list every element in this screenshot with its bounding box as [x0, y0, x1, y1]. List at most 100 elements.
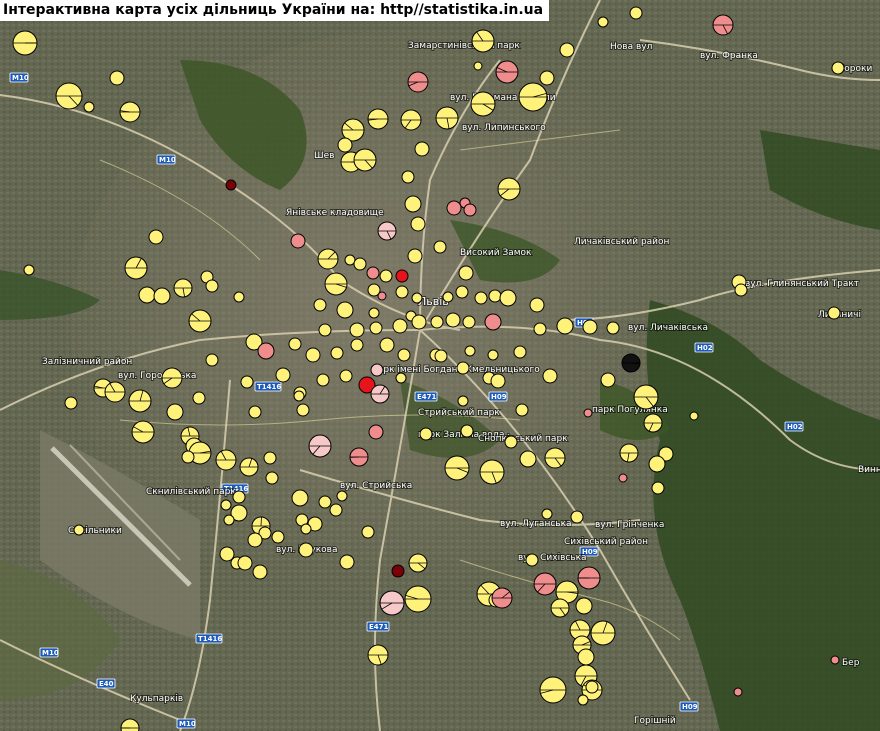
polling-station-marker[interactable] — [618, 473, 628, 483]
polling-station-marker[interactable] — [542, 368, 558, 384]
polling-station-marker[interactable] — [353, 257, 367, 271]
polling-station-marker[interactable] — [263, 451, 277, 465]
polling-station-marker[interactable] — [83, 101, 95, 113]
polling-station-marker[interactable] — [519, 450, 537, 468]
polling-station-marker[interactable] — [404, 195, 422, 213]
polling-station-marker[interactable] — [138, 286, 156, 304]
polling-station-marker[interactable] — [411, 292, 423, 304]
polling-station-marker[interactable] — [248, 405, 262, 419]
polling-station-marker[interactable] — [733, 687, 743, 697]
polling-station-marker[interactable] — [232, 490, 246, 504]
polling-station-marker[interactable] — [577, 648, 595, 666]
polling-station-marker[interactable] — [525, 553, 539, 567]
polling-station-marker[interactable] — [379, 337, 395, 353]
polling-station-marker[interactable] — [504, 435, 518, 449]
polling-station-marker[interactable] — [293, 390, 305, 402]
polling-station-marker[interactable] — [442, 291, 454, 303]
polling-station-marker[interactable] — [223, 514, 235, 526]
polling-station-marker[interactable] — [288, 337, 302, 351]
polling-station-marker[interactable] — [629, 6, 643, 20]
polling-station-marker[interactable] — [410, 216, 426, 232]
polling-station-marker[interactable] — [583, 408, 593, 418]
polling-station-marker[interactable] — [339, 554, 355, 570]
polling-station-marker[interactable] — [318, 323, 332, 337]
polling-station-marker[interactable] — [296, 403, 310, 417]
polling-station-marker[interactable] — [344, 254, 356, 266]
polling-station-marker[interactable] — [541, 508, 553, 520]
polling-station-marker[interactable] — [247, 532, 263, 548]
polling-station-marker[interactable] — [488, 289, 502, 303]
polling-station-marker[interactable] — [577, 694, 589, 706]
polling-station-marker[interactable] — [336, 490, 348, 502]
polling-station-marker[interactable] — [377, 291, 387, 301]
polling-station-marker[interactable] — [291, 489, 309, 507]
polling-station-marker[interactable] — [585, 680, 599, 694]
polling-station-marker[interactable] — [379, 269, 393, 283]
polling-station-marker[interactable] — [391, 564, 405, 578]
polling-station-marker[interactable] — [275, 367, 291, 383]
polling-station-marker[interactable] — [361, 525, 375, 539]
polling-station-marker[interactable] — [433, 240, 447, 254]
polling-station-marker[interactable] — [192, 391, 206, 405]
polling-station-marker[interactable] — [395, 269, 409, 283]
polling-station-marker[interactable] — [330, 346, 344, 360]
polling-station-marker[interactable] — [225, 179, 237, 191]
polling-station-marker[interactable] — [205, 279, 219, 293]
polling-station-marker[interactable] — [369, 321, 383, 335]
polling-station-marker[interactable] — [474, 291, 488, 305]
polling-station-marker[interactable] — [575, 597, 593, 615]
polling-station-marker[interactable] — [533, 322, 547, 336]
polling-station-marker[interactable] — [419, 427, 433, 441]
polling-station-marker[interactable] — [597, 16, 609, 28]
polling-station-marker[interactable] — [23, 264, 35, 276]
polling-station-marker[interactable] — [397, 348, 411, 362]
polling-station-marker[interactable] — [220, 499, 232, 511]
map-view[interactable]: M10 M10 M10 M10 H02 H02 H02 H09 H09 H09 … — [0, 0, 880, 731]
polling-station-marker[interactable] — [339, 369, 353, 383]
polling-station-marker[interactable] — [445, 312, 461, 328]
polling-station-marker[interactable] — [290, 233, 306, 249]
polling-station-marker[interactable] — [219, 546, 235, 562]
polling-station-marker[interactable] — [153, 287, 171, 305]
polling-station-marker[interactable] — [401, 170, 415, 184]
polling-station-marker[interactable] — [513, 345, 527, 359]
polling-station-marker[interactable] — [556, 317, 574, 335]
polling-station-marker[interactable] — [316, 373, 330, 387]
polling-station-marker[interactable] — [240, 375, 254, 389]
polling-station-marker[interactable] — [600, 372, 616, 388]
polling-station-marker[interactable] — [350, 338, 364, 352]
polling-station-marker[interactable] — [830, 655, 840, 665]
polling-station-marker[interactable] — [582, 319, 598, 335]
polling-station-marker[interactable] — [368, 307, 380, 319]
polling-station-marker[interactable] — [570, 510, 584, 524]
polling-station-marker[interactable] — [648, 455, 666, 473]
polling-station-marker[interactable] — [395, 285, 409, 299]
polling-station-marker[interactable] — [458, 265, 474, 281]
polling-station-marker[interactable] — [734, 283, 748, 297]
polling-station-marker[interactable] — [265, 471, 279, 485]
polling-station-marker[interactable] — [181, 450, 195, 464]
polling-station-marker[interactable] — [318, 495, 332, 509]
polling-station-marker[interactable] — [368, 424, 384, 440]
polling-station-marker[interactable] — [457, 395, 469, 407]
polling-station-marker[interactable] — [395, 372, 407, 384]
polling-station-marker[interactable] — [831, 61, 845, 75]
polling-station-marker[interactable] — [499, 289, 517, 307]
polling-station-marker[interactable] — [109, 70, 125, 86]
polling-station-marker[interactable] — [529, 297, 545, 313]
polling-station-marker[interactable] — [487, 349, 499, 361]
polling-station-marker[interactable] — [237, 555, 253, 571]
polling-station-marker[interactable] — [539, 70, 555, 86]
polling-station-marker[interactable] — [559, 42, 575, 58]
polling-station-marker[interactable] — [463, 203, 477, 217]
polling-station-marker[interactable] — [407, 248, 423, 264]
polling-station-marker[interactable] — [430, 315, 444, 329]
polling-station-marker[interactable] — [460, 424, 474, 438]
polling-station-marker[interactable] — [166, 403, 184, 421]
polling-station-marker[interactable] — [456, 361, 470, 375]
polling-station-marker[interactable] — [305, 347, 321, 363]
polling-station-marker[interactable] — [370, 363, 384, 377]
polling-station-marker[interactable] — [366, 266, 380, 280]
polling-station-marker[interactable] — [337, 137, 353, 153]
polling-station-marker[interactable] — [73, 524, 85, 536]
